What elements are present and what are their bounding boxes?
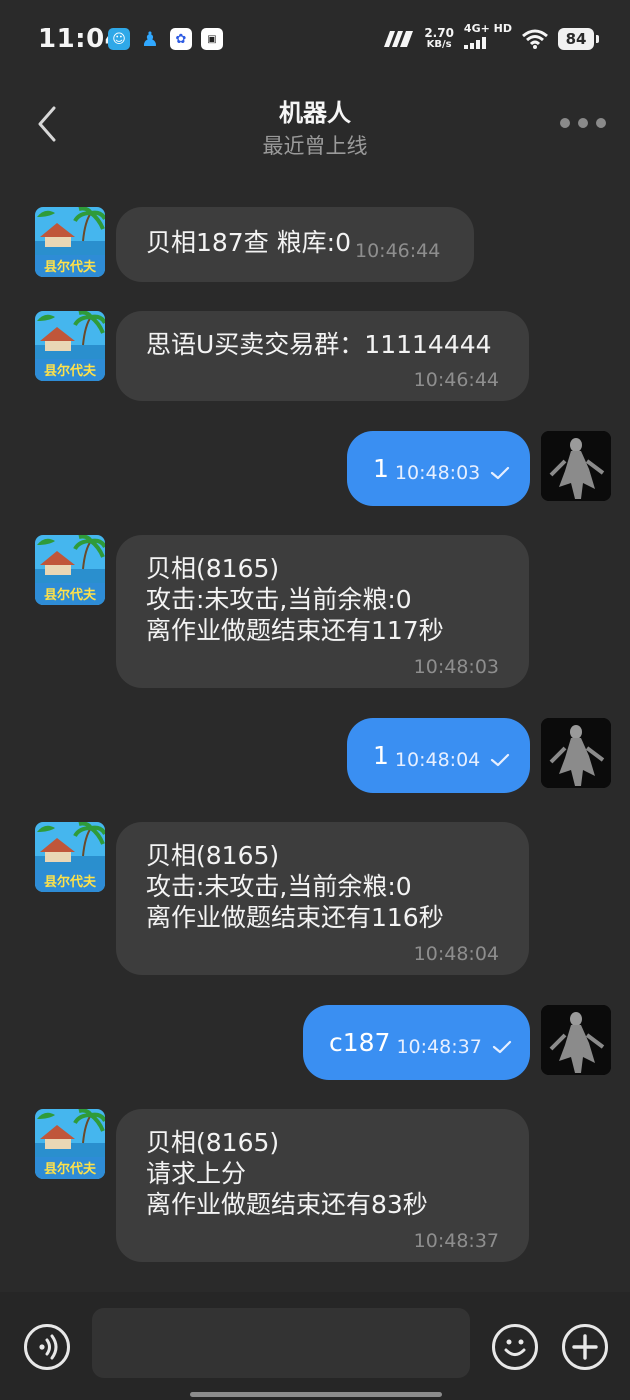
message-timestamp: 10:46:44 [355, 240, 441, 262]
bot-avatar[interactable]: 县尔代夫 [35, 207, 105, 277]
message-timestamp: 10:48:04 [413, 943, 499, 965]
message-line: 离作业做题结束还有116秒 [146, 903, 444, 932]
bot-avatar-text: 县尔代夫 [44, 259, 97, 275]
signal-strength-icon [384, 30, 414, 47]
message-text: 贝相(8165) 攻击:未攻击,当前余粮:0 离作业做题结束还有116秒 [146, 840, 499, 933]
message-timestamp: 10:48:37 [413, 1230, 499, 1252]
message-timestamp: 10:48:03 [394, 461, 481, 484]
chat-subtitle: 最近曾上线 [262, 134, 368, 158]
more-options-icon[interactable] [560, 118, 606, 128]
message-line: 贝相(8165) [146, 554, 280, 583]
outgoing-message: 1 10:48:04 [0, 718, 630, 793]
outgoing-message: c187 10:48:37 [0, 1005, 630, 1080]
message-line: 贝相(8165) [146, 1128, 280, 1157]
user-avatar[interactable] [541, 431, 611, 501]
message-line: 离作业做题结束还有83秒 [146, 1190, 428, 1219]
bot-avatar[interactable]: 县尔代夫 [35, 1109, 105, 1179]
message-timestamp: 10:46:44 [413, 369, 499, 391]
wifi-icon [522, 29, 548, 49]
net-speed: 2.70 KB/s [424, 27, 454, 51]
delivered-check-icon [492, 1040, 511, 1053]
status-bar: 11:04 ☺ ♟ ✿ ▣ 2.70 KB/s 4G+ HD 84 [0, 0, 630, 80]
message-bubble[interactable]: 1 10:48:03 [347, 431, 530, 506]
bot-avatar[interactable]: 县尔代夫 [35, 822, 105, 892]
baidu-icon: ✿ [170, 28, 192, 50]
incoming-message: 县尔代夫 贝相(8165) 攻击:未攻击,当前余粮:0 离作业做题结束还有117秒 1… [0, 535, 630, 688]
message-bubble[interactable]: 贝相(8165) 攻击:未攻击,当前余粮:0 离作业做题结束还有117秒 10:48:… [116, 535, 529, 688]
bot-avatar-text: 县尔代夫 [44, 1161, 97, 1177]
delivered-check-icon [491, 753, 510, 766]
user-avatar[interactable] [541, 718, 611, 788]
message-line: 贝相(8165) [146, 841, 280, 870]
outgoing-message: 1 10:48:03 [0, 431, 630, 506]
message-text: 1 [373, 454, 389, 483]
chat-title: 机器人 [279, 99, 351, 127]
message-bubble[interactable]: 1 10:48:04 [347, 718, 530, 793]
message-input[interactable] [92, 1308, 470, 1378]
message-timestamp: 10:48:03 [413, 656, 499, 678]
signal-bars-icon [463, 37, 486, 49]
message-bubble[interactable]: c187 10:48:37 [303, 1005, 530, 1080]
notification-icons: ☺ ♟ ✿ ▣ [108, 27, 223, 51]
delivered-check [482, 1036, 512, 1055]
message-line: 攻击:未攻击,当前余粮:0 [146, 872, 412, 901]
message-line: 思语U买卖交易群：11114444 [146, 330, 492, 359]
net-speed-value: 2.70 [424, 25, 454, 40]
incoming-message: 县尔代夫 贝相(8165) 请求上分 离作业做题结束还有83秒 10:48:37 [0, 1109, 630, 1262]
user-avatar[interactable] [541, 1005, 611, 1075]
delivered-check-icon [491, 466, 510, 479]
message-timestamp: 10:48:37 [396, 1035, 482, 1058]
message-line: 贝相187查 粮库:0 [146, 228, 351, 257]
message-line: 离作业做题结束还有117秒 [146, 616, 444, 645]
emoji-icon[interactable] [492, 1324, 538, 1370]
bot-avatar[interactable]: 县尔代夫 [35, 311, 105, 381]
bot-avatar-text: 县尔代夫 [44, 363, 97, 379]
message-text: c187 [329, 1028, 391, 1057]
delivered-check [480, 749, 510, 768]
notification-badge-icon: ▣ [201, 28, 223, 50]
message-bubble[interactable]: 思语U买卖交易群：11114444 10:46:44 [116, 311, 529, 401]
delivered-check [480, 462, 510, 481]
bot-avatar-text: 县尔代夫 [44, 874, 97, 890]
status-right: 2.70 KB/s 4G+ HD 84 [384, 22, 599, 53]
incoming-message: 县尔代夫 思语U买卖交易群：11114444 10:46:44 [0, 311, 630, 401]
battery-icon: 84 [558, 27, 599, 50]
bot-avatar[interactable]: 县尔代夫 [35, 535, 105, 605]
qq-icon: ♟ [141, 27, 159, 51]
message-bubble[interactable]: 贝相(8165) 攻击:未攻击,当前余粮:0 离作业做题结束还有116秒 10:48:… [116, 822, 529, 975]
message-line: 攻击:未攻击,当前余粮:0 [146, 585, 412, 614]
message-text: 贝相187查 粮库:0 10:46:44 [146, 227, 444, 262]
network-label: 4G+ HD [463, 22, 512, 35]
message-line: 请求上分 [146, 1159, 247, 1188]
message-text: 贝相(8165) 请求上分 离作业做题结束还有83秒 [146, 1127, 499, 1220]
add-attachment-icon[interactable] [562, 1324, 608, 1370]
incoming-message: 县尔代夫 贝相187查 粮库:0 10:46:44 [0, 207, 630, 282]
incoming-message: 县尔代夫 贝相(8165) 攻击:未攻击,当前余粮:0 离作业做题结束还有116秒 1… [0, 822, 630, 975]
voice-input-icon[interactable] [24, 1324, 70, 1370]
chat-app-icon: ☺ [108, 28, 130, 50]
message-bubble[interactable]: 贝相(8165) 请求上分 离作业做题结束还有83秒 10:48:37 [116, 1109, 529, 1262]
message-text: 贝相(8165) 攻击:未攻击,当前余粮:0 离作业做题结束还有117秒 [146, 553, 499, 646]
net-speed-unit: KB/s [426, 38, 452, 50]
home-indicator[interactable] [190, 1392, 442, 1397]
message-text: 思语U买卖交易群：11114444 [146, 329, 499, 360]
message-text: 1 [373, 741, 389, 770]
cell-signal: 4G+ HD [463, 22, 512, 53]
message-bubble[interactable]: 贝相187查 粮库:0 10:46:44 [116, 207, 474, 282]
bot-avatar-text: 县尔代夫 [44, 587, 97, 603]
message-timestamp: 10:48:04 [394, 748, 481, 771]
